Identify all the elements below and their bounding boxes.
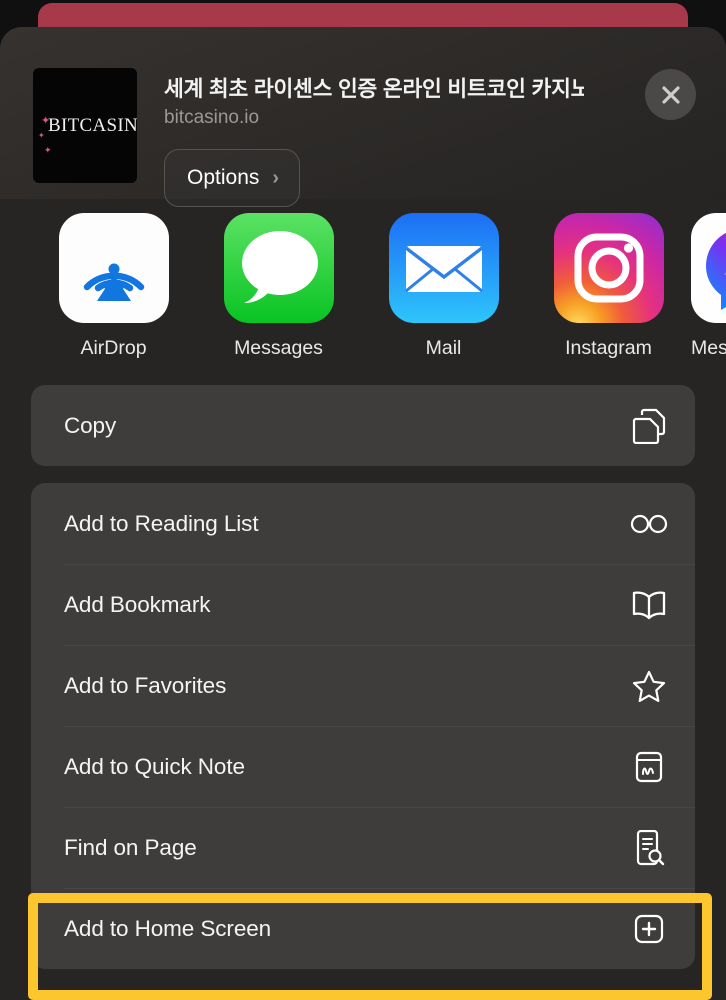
messages-icon (223, 213, 334, 323)
action-label: Add to Quick Note (64, 753, 245, 779)
action-row-add-bookmark[interactable]: Add Bookmark (31, 564, 695, 645)
action-row-find-on-page[interactable]: Find on Page (31, 807, 695, 888)
share-sheet: ✦ ✦ ✦ BITCASIN 세계 최초 라이센스 인증 온라인 비트코인 카지… (0, 27, 726, 1000)
screen: ✦ ✦ ✦ BITCASIN 세계 최초 라이센스 인증 온라인 비트코인 카지… (0, 0, 726, 1000)
share-target-mail[interactable]: Mail (361, 213, 526, 377)
share-targets-row[interactable]: AirDrop Messages Mail Instagram Mes (0, 199, 726, 377)
share-target-label: Mail (425, 337, 462, 359)
chevron-right-icon: › (272, 166, 280, 189)
share-target-messenger[interactable]: Mes (691, 213, 726, 377)
share-target-messages[interactable]: Messages (196, 213, 361, 377)
share-target-label: Messages (234, 337, 323, 359)
actions-panel: Add to Reading List Add Bookmark Add to … (31, 483, 695, 969)
instagram-icon (553, 213, 664, 323)
sparkle-icon: ✦ (38, 131, 45, 140)
page-url: bitcasino.io (164, 107, 260, 128)
share-target-label: Mes (691, 337, 726, 359)
close-button[interactable] (645, 69, 696, 120)
action-label: Copy (64, 412, 117, 438)
copy-panel: Copy (31, 385, 695, 466)
share-target-airdrop[interactable]: AirDrop (31, 213, 196, 377)
share-target-label: Instagram (565, 337, 652, 359)
quick-note-icon (629, 750, 669, 784)
sparkle-icon: ✦ (44, 145, 52, 155)
sparkle-icon: ✦ (41, 115, 51, 127)
share-target-label: AirDrop (80, 337, 147, 359)
plus-square-icon (629, 913, 669, 945)
glasses-icon (629, 512, 669, 536)
options-button-label: Options (187, 166, 260, 189)
mail-icon (388, 213, 499, 323)
copy-documents-icon (629, 408, 669, 444)
favicon-wordmark: BITCASIN (48, 114, 137, 136)
close-icon (661, 85, 680, 104)
share-target-instagram[interactable]: Instagram (526, 213, 691, 377)
action-label: Add to Home Screen (64, 915, 272, 941)
page-title: 세계 최초 라이센스 인증 온라인 비트코인 카지노 (164, 77, 584, 101)
site-favicon: ✦ ✦ ✦ BITCASIN (33, 68, 137, 183)
star-icon (629, 669, 669, 703)
action-row-add-to-home-screen[interactable]: Add to Home Screen (31, 888, 695, 969)
messenger-icon (691, 213, 726, 323)
action-label: Add to Favorites (64, 672, 227, 698)
action-label: Find on Page (64, 834, 197, 860)
action-row-copy[interactable]: Copy (31, 385, 695, 466)
document-search-icon (629, 829, 669, 866)
airdrop-icon (58, 213, 169, 323)
open-book-icon (629, 590, 669, 620)
share-sheet-header: ✦ ✦ ✦ BITCASIN 세계 최초 라이센스 인증 온라인 비트코인 카지… (0, 27, 726, 207)
action-row-reading-list[interactable]: Add to Reading List (31, 483, 695, 564)
action-label: Add to Reading List (64, 510, 259, 536)
action-label: Add Bookmark (64, 591, 211, 617)
action-row-quick-note[interactable]: Add to Quick Note (31, 726, 695, 807)
action-row-add-favorites[interactable]: Add to Favorites (31, 645, 695, 726)
